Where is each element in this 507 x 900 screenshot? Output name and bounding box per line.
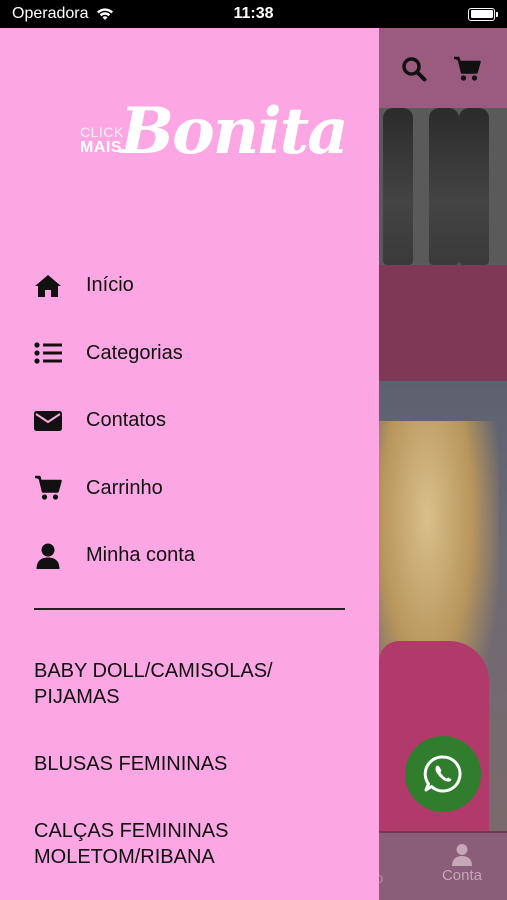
menu-item-carrinho[interactable]: Carrinho <box>0 455 379 523</box>
whatsapp-icon <box>423 755 462 793</box>
product-banner-image[interactable] <box>379 108 507 265</box>
list-icon <box>34 342 62 364</box>
user-icon <box>36 543 60 569</box>
menu-item-inicio[interactable]: Início <box>0 252 379 320</box>
category-item[interactable]: BLUSAS FEMININAS <box>34 751 227 777</box>
user-icon <box>451 844 472 866</box>
wifi-icon <box>96 8 113 20</box>
menu-item-label: Início <box>86 274 134 297</box>
menu-item-categorias[interactable]: Categorias <box>0 320 379 388</box>
category-item[interactable]: BABY DOLL/CAMISOLAS/ PIJAMAS <box>34 658 273 710</box>
search-icon[interactable] <box>401 56 427 82</box>
logo-line1: CLICK <box>80 124 124 140</box>
menu-item-label: Categorias <box>86 341 183 364</box>
bottom-tab-bar: o Conta <box>375 833 507 900</box>
banner-band <box>379 265 507 381</box>
clock: 11:38 <box>233 5 274 22</box>
logo-script: Bonita <box>120 94 349 169</box>
menu-item-label: Contatos <box>86 409 167 432</box>
navigation-drawer: CLICK MAIS Bonita Início Categorias Cont… <box>0 28 379 900</box>
menu-item-label: Carrinho <box>86 476 163 499</box>
menu-item-label: Minha conta <box>86 544 195 567</box>
brand-logo: CLICK MAIS Bonita <box>80 94 349 196</box>
drawer-menu: Início Categorias Contatos Carrinho Minh… <box>0 252 379 590</box>
menu-item-contatos[interactable]: Contatos <box>0 387 379 455</box>
status-bar: Operadora 11:38 <box>0 0 507 28</box>
tab-account-label: Conta <box>441 867 482 884</box>
carrier-label: Operadora <box>12 5 89 22</box>
logo-line2: MAIS <box>80 139 122 156</box>
home-icon <box>35 274 61 297</box>
battery-icon <box>468 7 498 21</box>
menu-divider <box>34 608 345 610</box>
cart-icon[interactable] <box>453 56 481 82</box>
category-item[interactable]: CALÇAS FEMININAS MOLETOM/RIBANA <box>34 818 228 870</box>
envelope-icon <box>34 410 62 431</box>
whatsapp-button[interactable] <box>405 736 481 812</box>
cart-icon <box>35 476 62 500</box>
menu-item-minha-conta[interactable]: Minha conta <box>0 522 379 590</box>
tab-account[interactable]: Conta <box>442 843 482 884</box>
